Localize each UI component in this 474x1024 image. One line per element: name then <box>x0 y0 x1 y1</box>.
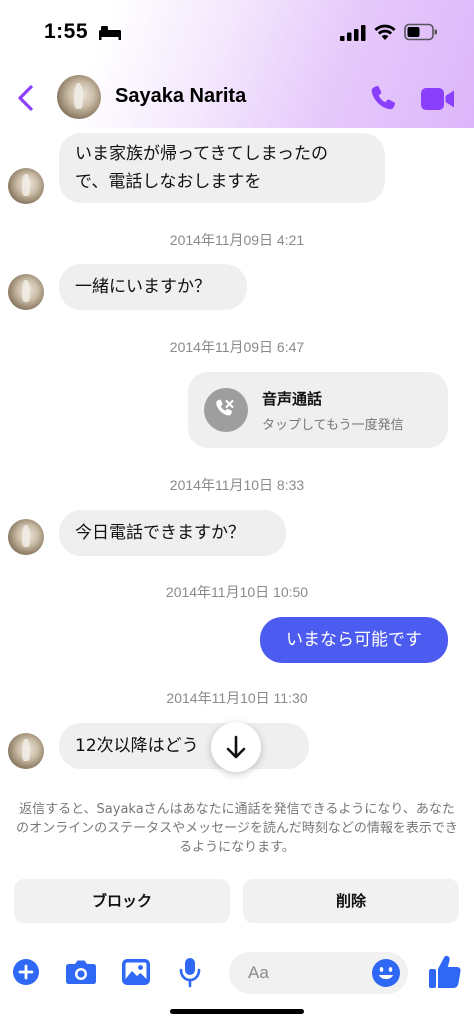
cellular-signal-icon <box>340 25 366 41</box>
contact-avatar[interactable] <box>57 75 101 119</box>
camera-icon[interactable] <box>65 959 97 985</box>
plus-icon[interactable] <box>12 958 40 986</box>
wifi-icon <box>374 24 396 40</box>
message-line: いま家族が帰ってきてしまったの <box>75 144 328 164</box>
message-timestamp: 2014年11月10日 11:30 <box>166 690 308 706</box>
incoming-message[interactable]: いま家族が帰ってきてしまったの で、電話しなおしますを <box>59 133 385 203</box>
sender-avatar[interactable] <box>8 519 44 555</box>
message-timestamp: 2014年11月09日 6:47 <box>169 339 305 355</box>
incoming-message[interactable]: 今日電話できますか？ <box>59 510 286 556</box>
video-icon[interactable] <box>420 86 456 112</box>
scroll-to-bottom-button[interactable] <box>211 722 261 772</box>
message-request-notice: 返信すると、Sayakaさんはあなたに通話を発信できるようになり、あなたのオンラ… <box>16 802 458 855</box>
message-line: で、電話しなおしますを <box>75 172 262 192</box>
message-timestamp: 2014年11月09日 4:21 <box>169 232 305 248</box>
sleep-focus-icon <box>99 26 121 40</box>
message-timestamp: 2014年11月10日 8:33 <box>169 477 305 493</box>
back-icon[interactable] <box>14 84 38 112</box>
delete-button[interactable]: 削除 <box>243 879 459 923</box>
missed-call-icon <box>216 399 234 416</box>
message-composer: Aa <box>0 940 474 1004</box>
incoming-message[interactable]: 一緒にいますか？ <box>59 264 247 310</box>
contact-name[interactable]: Sayaka Narita <box>115 85 246 108</box>
thumbs-up-icon[interactable] <box>428 954 462 990</box>
call-icon-circle <box>204 388 248 432</box>
message-input-placeholder: Aa <box>248 963 269 982</box>
phone-icon[interactable] <box>368 83 398 113</box>
call-subtitle: タップしてもう一度発信 <box>262 418 404 433</box>
sender-avatar[interactable] <box>8 168 44 204</box>
message-input[interactable]: Aa <box>229 952 408 994</box>
call-title: 音声通話 <box>262 390 323 408</box>
sender-avatar[interactable] <box>8 733 44 769</box>
conversation-header: Sayaka Narita <box>0 64 474 128</box>
voice-call-card[interactable]: 音声通話 タップしてもう一度発信 <box>188 372 448 448</box>
status-time: 1:55 <box>44 20 89 43</box>
emoji-icon[interactable] <box>371 958 401 988</box>
battery-icon <box>404 23 437 41</box>
status-bar: 1:55 <box>0 0 474 64</box>
message-timestamp: 2014年11月10日 10:50 <box>165 584 309 600</box>
incoming-message[interactable]: 12次以降はどう か？ <box>59 723 309 769</box>
image-icon[interactable] <box>121 958 151 986</box>
arrow-down-icon <box>226 735 246 759</box>
microphone-icon[interactable] <box>178 956 202 988</box>
outgoing-message[interactable]: いまなら可能です <box>260 617 448 663</box>
home-indicator <box>170 1009 304 1014</box>
sender-avatar[interactable] <box>8 274 44 310</box>
block-button[interactable]: ブロック <box>14 879 230 923</box>
